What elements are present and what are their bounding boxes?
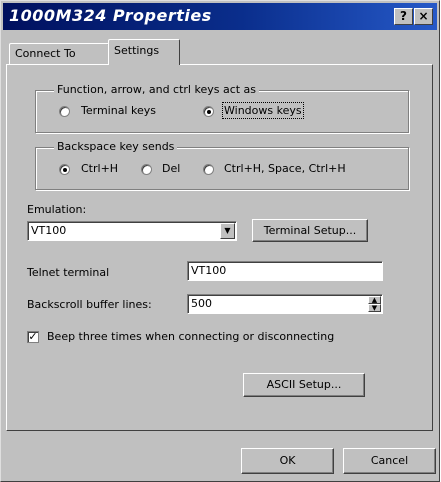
ctrl-h-space-label[interactable]: Ctrl+H, Space, Ctrl+H [224, 162, 346, 175]
terminal-setup-button[interactable]: Terminal Setup... [252, 219, 368, 242]
title-bar[interactable]: 1000M324 Properties ? × [3, 3, 437, 30]
cancel-button[interactable]: Cancel [343, 448, 436, 474]
close-icon: × [418, 9, 429, 23]
window-title: 1000M324 Properties [9, 6, 212, 25]
terminal-keys-label[interactable]: Terminal keys [81, 104, 156, 117]
ok-label: OK [279, 454, 296, 467]
help-button[interactable]: ? [394, 8, 413, 25]
telnet-terminal-value: VT100 [191, 264, 227, 277]
backspace-group-title: Backspace key sends [54, 140, 178, 153]
beep-checkbox[interactable]: ✓ [27, 331, 39, 343]
emulation-dropdown-button[interactable]: ▼ [220, 223, 235, 239]
cancel-label: Cancel [370, 454, 409, 467]
radio-ctrl-h-space[interactable] [203, 164, 214, 175]
checkmark-icon: ✓ [28, 330, 38, 343]
radio-terminal-keys[interactable] [59, 106, 70, 117]
backscroll-down-button[interactable]: ▼ [368, 304, 381, 312]
emulation-value: VT100 [31, 224, 67, 237]
question-mark-icon: ? [400, 9, 407, 23]
telnet-terminal-label: Telnet terminal [27, 266, 110, 279]
settings-panel: Function, arrow, and ctrl keys act as Te… [6, 64, 433, 431]
backscroll-value: 500 [191, 297, 212, 310]
tab-label: Settings [114, 44, 160, 57]
ok-button[interactable]: OK [241, 448, 334, 474]
telnet-terminal-input[interactable]: VT100 [187, 261, 383, 281]
windows-keys-label[interactable]: Windows keys [222, 102, 304, 119]
backscroll-up-button[interactable]: ▲ [368, 296, 381, 304]
tab-settings[interactable]: Settings [108, 39, 180, 65]
backscroll-input[interactable]: 500 [187, 294, 383, 314]
function-keys-group-title: Function, arrow, and ctrl keys act as [54, 83, 260, 96]
del-label[interactable]: Del [162, 162, 180, 175]
backscroll-label: Backscroll buffer lines: [27, 298, 152, 311]
beep-label[interactable]: Beep three times when connecting or disc… [47, 330, 334, 343]
ascii-setup-label: ASCII Setup... [266, 378, 342, 391]
arrow-down-icon: ▼ [371, 304, 378, 312]
emulation-label: Emulation: [27, 203, 87, 216]
properties-dialog: 1000M324 Properties ? × Connect To Setti… [0, 0, 440, 482]
tab-label: Connect To [15, 47, 76, 60]
arrow-up-icon: ▲ [371, 296, 378, 304]
radio-ctrl-h[interactable] [59, 164, 70, 175]
tab-connect-to[interactable]: Connect To [9, 43, 109, 64]
ctrl-h-label[interactable]: Ctrl+H [81, 162, 118, 175]
ascii-setup-button[interactable]: ASCII Setup... [243, 373, 365, 397]
radio-del[interactable] [141, 164, 152, 175]
radio-windows-keys[interactable] [203, 106, 214, 117]
terminal-setup-label: Terminal Setup... [263, 224, 357, 237]
close-button[interactable]: × [414, 8, 433, 25]
emulation-select[interactable]: VT100 [27, 221, 237, 241]
chevron-down-icon: ▼ [224, 226, 231, 235]
